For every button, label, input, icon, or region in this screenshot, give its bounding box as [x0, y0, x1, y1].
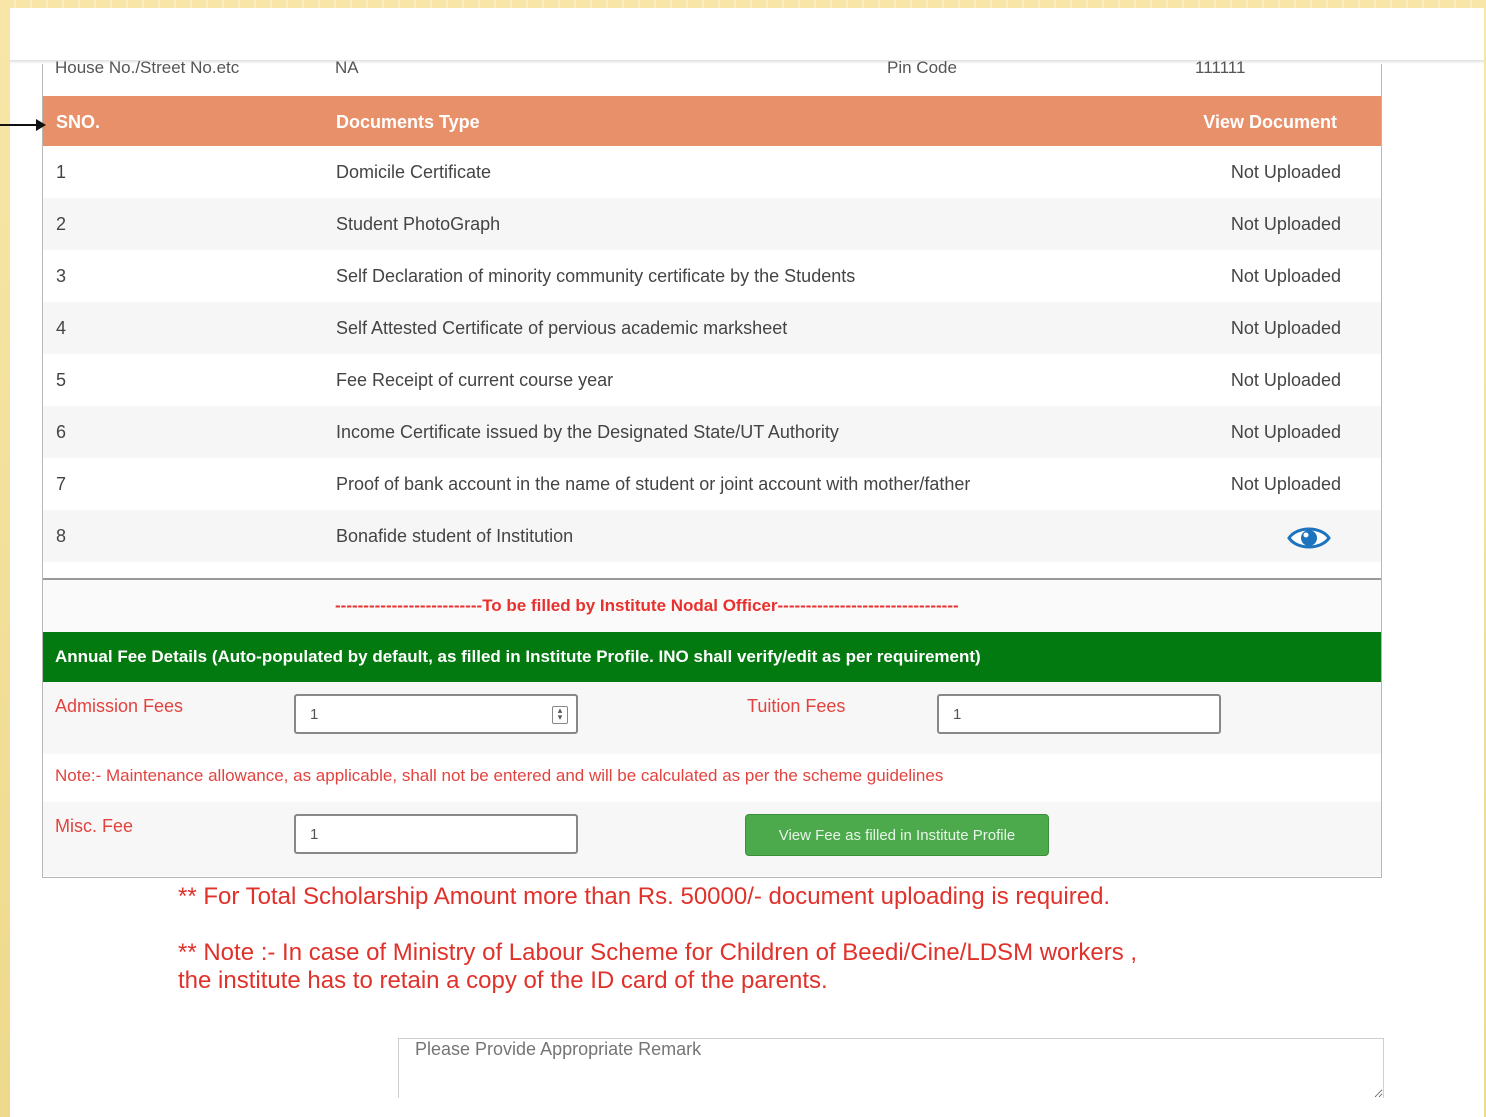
- pointer-arrow-line: [0, 124, 40, 126]
- row-sno: 4: [56, 318, 67, 338]
- table-row: 2 Student PhotoGraph Not Uploaded: [43, 198, 1381, 250]
- student-details-panel: House No./Street No.etc NA Pin Code 1111…: [42, 58, 1382, 878]
- row-sno: 3: [56, 266, 67, 286]
- table-row: 8 Bonafide student of Institution: [43, 510, 1381, 562]
- row-document-type: Income Certificate issued by the Designa…: [336, 422, 839, 442]
- row-sno: 5: [56, 370, 67, 390]
- remark-textarea[interactable]: [398, 1038, 1384, 1098]
- nodal-officer-text: --------------------------To be filled b…: [335, 596, 959, 615]
- row-document-type: Fee Receipt of current course year: [336, 370, 614, 390]
- row-document-type: Bonafide student of Institution: [336, 526, 574, 546]
- pin-value: 111111: [1195, 58, 1246, 77]
- table-row: 7 Proof of bank account in the name of s…: [43, 458, 1381, 510]
- row-document-type: Student PhotoGraph: [336, 214, 501, 234]
- address-row: House No./Street No.etc NA Pin Code 1111…: [43, 58, 1381, 94]
- row-status: Not Uploaded: [1230, 474, 1341, 494]
- misc-fee-input[interactable]: [294, 814, 578, 854]
- row-sno: 6: [56, 422, 67, 442]
- row-document-type: Domicile Certificate: [336, 162, 492, 182]
- row-status: Not Uploaded: [1230, 214, 1341, 234]
- nodal-officer-divider: --------------------------To be filled b…: [43, 578, 1381, 632]
- admission-fees-label: Admission Fees: [55, 696, 184, 716]
- table-row: 4 Self Attested Certificate of pervious …: [43, 302, 1381, 354]
- row-sno: 7: [56, 474, 67, 494]
- row-status: Not Uploaded: [1230, 422, 1341, 442]
- scholarship-note: ** For Total Scholarship Amount more tha…: [178, 883, 1111, 910]
- documents-table-header: SNO. Documents Type View Document: [43, 96, 1381, 146]
- house-value: NA: [335, 58, 359, 77]
- fee-row-misc: Misc. Fee: [43, 802, 1381, 876]
- header-sno: SNO.: [56, 112, 101, 132]
- misc-fee-label: Misc. Fee: [55, 816, 134, 836]
- row-status: Not Uploaded: [1230, 318, 1341, 338]
- row-status: Not Uploaded: [1230, 162, 1341, 182]
- labour-note-line1: ** Note :- In case of Ministry of Labour…: [178, 939, 1138, 966]
- annual-fee-header: Annual Fee Details (Auto-populated by de…: [43, 632, 1381, 682]
- annual-fee-header-text: Annual Fee Details (Auto-populated by de…: [55, 647, 981, 666]
- admission-fees-input[interactable]: [294, 694, 578, 734]
- eye-icon[interactable]: [1287, 524, 1331, 552]
- tuition-fees-label: Tuition Fees: [747, 696, 846, 716]
- row-document-type: Self Attested Certificate of pervious ac…: [336, 318, 788, 338]
- page-content: House No./Street No.etc NA Pin Code 1111…: [10, 8, 1484, 1117]
- view-fee-profile-button[interactable]: View Fee as filled in Institute Profile: [745, 814, 1049, 856]
- table-row: 6 Income Certificate issued by the Desig…: [43, 406, 1381, 458]
- row-sno: 1: [56, 162, 67, 182]
- house-label: House No./Street No.etc: [55, 58, 240, 77]
- row-status: Not Uploaded: [1230, 370, 1341, 390]
- table-row: 3 Self Declaration of minority community…: [43, 250, 1381, 302]
- maintenance-note: Note:- Maintenance allowance, as applica…: [55, 766, 944, 785]
- table-row: 1 Domicile Certificate Not Uploaded: [43, 146, 1381, 198]
- row-document-type: Proof of bank account in the name of stu…: [336, 474, 971, 494]
- number-spinner-icon[interactable]: ▴ ▾: [552, 706, 568, 724]
- row-sno: 2: [56, 214, 67, 234]
- row-sno: 8: [56, 526, 67, 546]
- tuition-fees-input[interactable]: [937, 694, 1221, 734]
- header-documents-type: Documents Type: [336, 112, 480, 132]
- labour-note-line2: the institute has to retain a copy of th…: [178, 967, 828, 994]
- row-status: Not Uploaded: [1230, 266, 1341, 286]
- maintenance-note-row: Note:- Maintenance allowance, as applica…: [43, 754, 1381, 802]
- table-row: 5 Fee Receipt of current course year Not…: [43, 354, 1381, 406]
- fee-row-admission-tuition: Admission Fees ▴▾ Tuition Fees: [43, 682, 1381, 754]
- row-document-type: Self Declaration of minority community c…: [336, 266, 856, 286]
- pin-label: Pin Code: [887, 58, 957, 77]
- header-view-document: View Document: [1203, 112, 1337, 132]
- pointer-arrow-icon: [36, 119, 46, 131]
